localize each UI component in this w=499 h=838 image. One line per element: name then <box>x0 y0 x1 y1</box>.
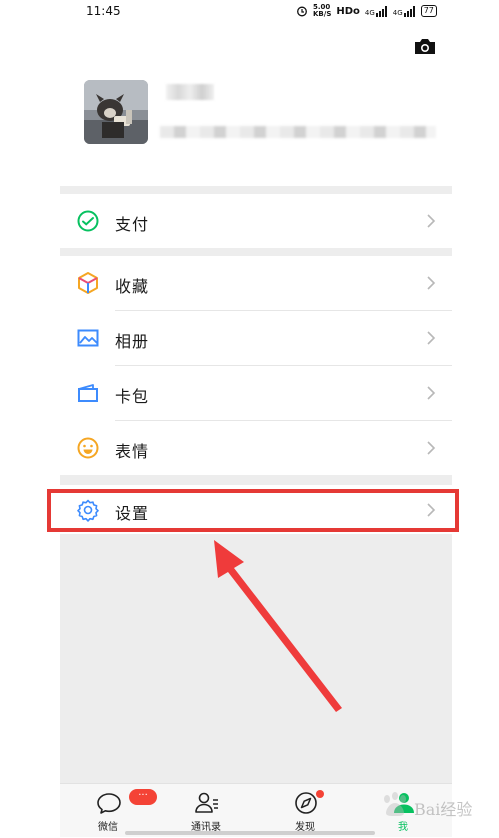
home-indicator <box>125 831 375 835</box>
wallet-icon <box>78 384 98 402</box>
watermark: Bai经验 <box>380 790 492 830</box>
profile-header[interactable] <box>60 70 452 186</box>
avatar-image <box>84 80 148 144</box>
menu-item-label: 表情 <box>115 442 150 461</box>
chevron-right-icon <box>427 214 436 228</box>
menu-item-label: 卡包 <box>115 387 150 406</box>
blurred-account-id <box>160 126 436 138</box>
avatar[interactable] <box>84 80 148 144</box>
chevron-right-icon <box>427 441 436 455</box>
signal-bars-icon <box>403 5 415 17</box>
blurred-nickname <box>166 84 214 100</box>
status-time: 11:45 <box>86 4 121 18</box>
status-bar: 11:45 5.00 KB/S HDo 4G 4G 77 <box>0 0 499 24</box>
pay-icon <box>77 210 99 232</box>
signal-bars-icon <box>375 5 387 17</box>
tab-discover[interactable]: 发现 <box>270 784 340 838</box>
chat-bubble-icon <box>97 793 121 814</box>
signal-2: 4G <box>393 5 416 17</box>
tab-contacts[interactable]: 通讯录 <box>171 784 241 838</box>
watermark-text: Bai经验 <box>414 800 473 819</box>
menu-item-favorites[interactable]: 收藏 <box>60 256 452 310</box>
menu-item-pay[interactable]: 支付 <box>60 194 452 248</box>
album-icon <box>77 329 99 347</box>
tab-chats[interactable]: ··· 微信 <box>73 784 157 838</box>
hd-label: HDo <box>336 5 360 17</box>
favorites-cube-icon <box>78 272 98 294</box>
unread-badge: ··· <box>129 789 157 805</box>
network-speed: 5.00 KB/S <box>313 3 332 18</box>
menu-item-label: 支付 <box>115 215 150 234</box>
section-separator <box>60 248 452 256</box>
battery-indicator: 77 <box>420 5 437 17</box>
menu-item-stickers[interactable]: 表情 <box>60 421 452 475</box>
empty-area <box>60 534 452 783</box>
sticker-smiley-icon <box>77 437 99 459</box>
alarm-icon <box>297 6 307 17</box>
chevron-right-icon <box>427 276 436 290</box>
status-icons: 5.00 KB/S HDo 4G 4G 77 <box>296 4 437 18</box>
camera-icon[interactable] <box>414 38 436 55</box>
menu-item-cards[interactable]: 卡包 <box>60 366 452 420</box>
signal-1: 4G <box>365 5 388 17</box>
section-separator <box>60 186 452 194</box>
chevron-right-icon <box>427 386 436 400</box>
section-separator <box>60 475 452 485</box>
contacts-icon <box>195 792 218 813</box>
paw-logo <box>384 792 406 816</box>
chevron-right-icon <box>427 331 436 345</box>
menu-item-album[interactable]: 相册 <box>60 311 452 365</box>
highlight-box <box>47 489 459 532</box>
discover-dot-badge <box>316 790 324 798</box>
menu-item-label: 收藏 <box>115 277 150 296</box>
menu-item-label: 相册 <box>115 332 150 351</box>
